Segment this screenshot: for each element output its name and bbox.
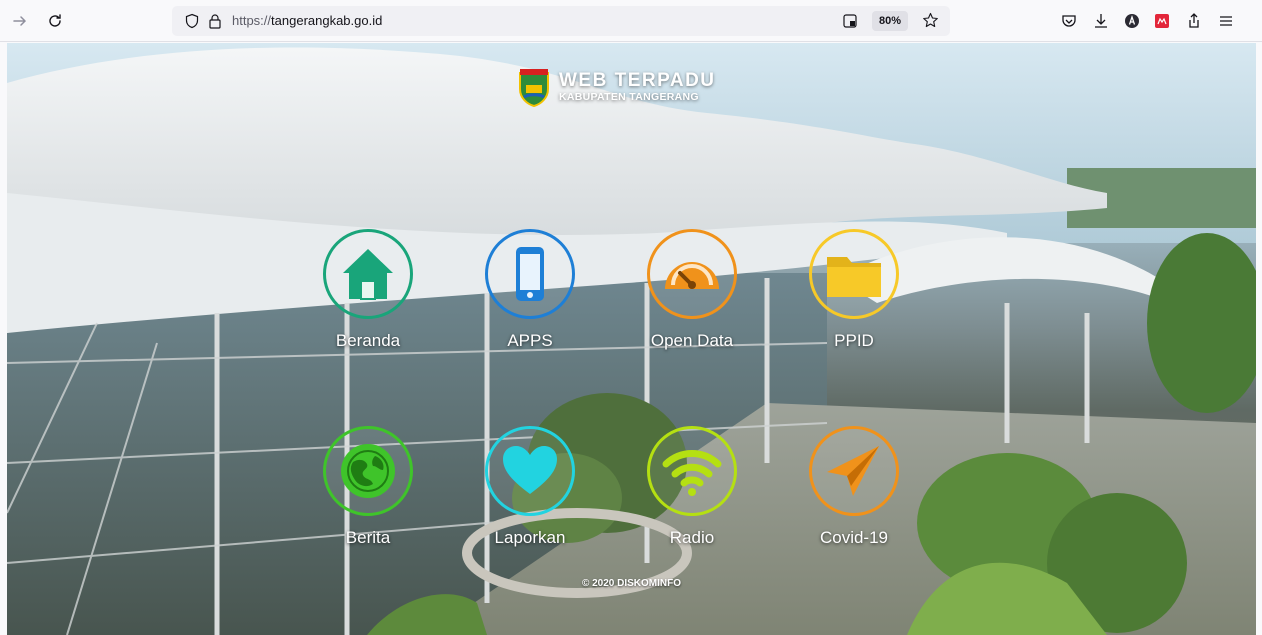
page-viewport: WEB TERPADU KABUPATEN TANGERANG Beranda … [7,43,1256,635]
forward-button[interactable] [8,9,32,33]
menu-label: Beranda [335,331,401,350]
menu-tile-beranda[interactable]: Beranda [308,229,428,359]
menu-label: Open Data [650,331,734,350]
menu-label: Radio [669,528,715,547]
menu-tile-covid19[interactable]: Covid-19 [794,426,914,556]
share-button[interactable] [1182,9,1206,33]
url-scheme: https:// [232,13,272,28]
menu-icon-ring [809,229,899,319]
pocket-button[interactable] [1057,9,1081,33]
extension-red-button[interactable] [1150,9,1174,33]
menu-icon-ring [485,426,575,516]
url-host: tangerangkab.go.id [271,13,383,28]
download-icon [1095,14,1107,28]
menu-label: PPID [834,331,874,350]
lock-icon[interactable] [207,13,223,29]
wifi-icon [662,450,722,496]
bookmark-star-icon[interactable] [922,12,939,29]
paper-plane-icon [827,446,879,496]
menu-icon-ring [323,229,413,319]
menu-tile-ppid[interactable]: PPID [794,229,914,359]
hamburger-menu-icon [1220,16,1232,26]
menu-label: APPS [507,331,553,350]
zoom-level-badge[interactable]: 80% [872,11,909,31]
browser-toolbar: https://tangerangkab.go.id 80% [0,0,1262,42]
site-logo[interactable]: WEB TERPADU KABUPATEN TANGERANG [517,65,716,109]
menu-tile-laporkan[interactable]: Laporkan [470,426,590,556]
extension-a-button[interactable] [1120,9,1144,33]
dashboard-gauge-icon [665,262,719,289]
regency-emblem-icon [519,69,549,107]
menu-tile-berita[interactable]: Berita [308,426,428,556]
menu-button[interactable] [1214,9,1238,33]
reload-button[interactable] [43,9,67,33]
menu-label: Laporkan [494,528,566,547]
arrow-right-icon [13,16,27,26]
menu-icon-ring [809,426,899,516]
address-bar[interactable]: https://tangerangkab.go.id 80% [172,6,950,36]
menu-label: Covid-19 [819,528,889,547]
folder-icon [827,257,881,297]
logo-title: WEB TERPADU [559,70,716,91]
smartphone-icon [516,247,544,301]
menu-tile-apps[interactable]: APPS [470,229,590,359]
extension-circle-icon [1125,14,1139,28]
share-icon [1189,13,1199,28]
menu-tile-radio[interactable]: Radio [632,426,752,556]
home-icon [343,249,393,300]
heart-icon [503,446,557,494]
shield-icon[interactable] [184,13,200,29]
menu-icon-ring [323,426,413,516]
menu-tile-open-data[interactable]: Open Data [632,229,752,359]
extension-red-icon [1155,14,1169,28]
pocket-icon [1062,15,1076,27]
menu-icon-ring [485,229,575,319]
menu-icon-ring [647,426,737,516]
menu-label: Berita [345,528,391,547]
logo-text: WEB TERPADU KABUPATEN TANGERANG [559,70,716,104]
logo-subtitle: KABUPATEN TANGERANG [559,91,699,103]
reload-icon [49,14,61,27]
url-text: https://tangerangkab.go.id [232,13,382,28]
downloads-button[interactable] [1089,9,1113,33]
menu-icon-ring [647,229,737,319]
globe-icon [341,444,395,498]
footer-copyright: © 2020 DISKOMINFO [581,578,682,589]
reader-view-icon[interactable] [842,13,858,29]
